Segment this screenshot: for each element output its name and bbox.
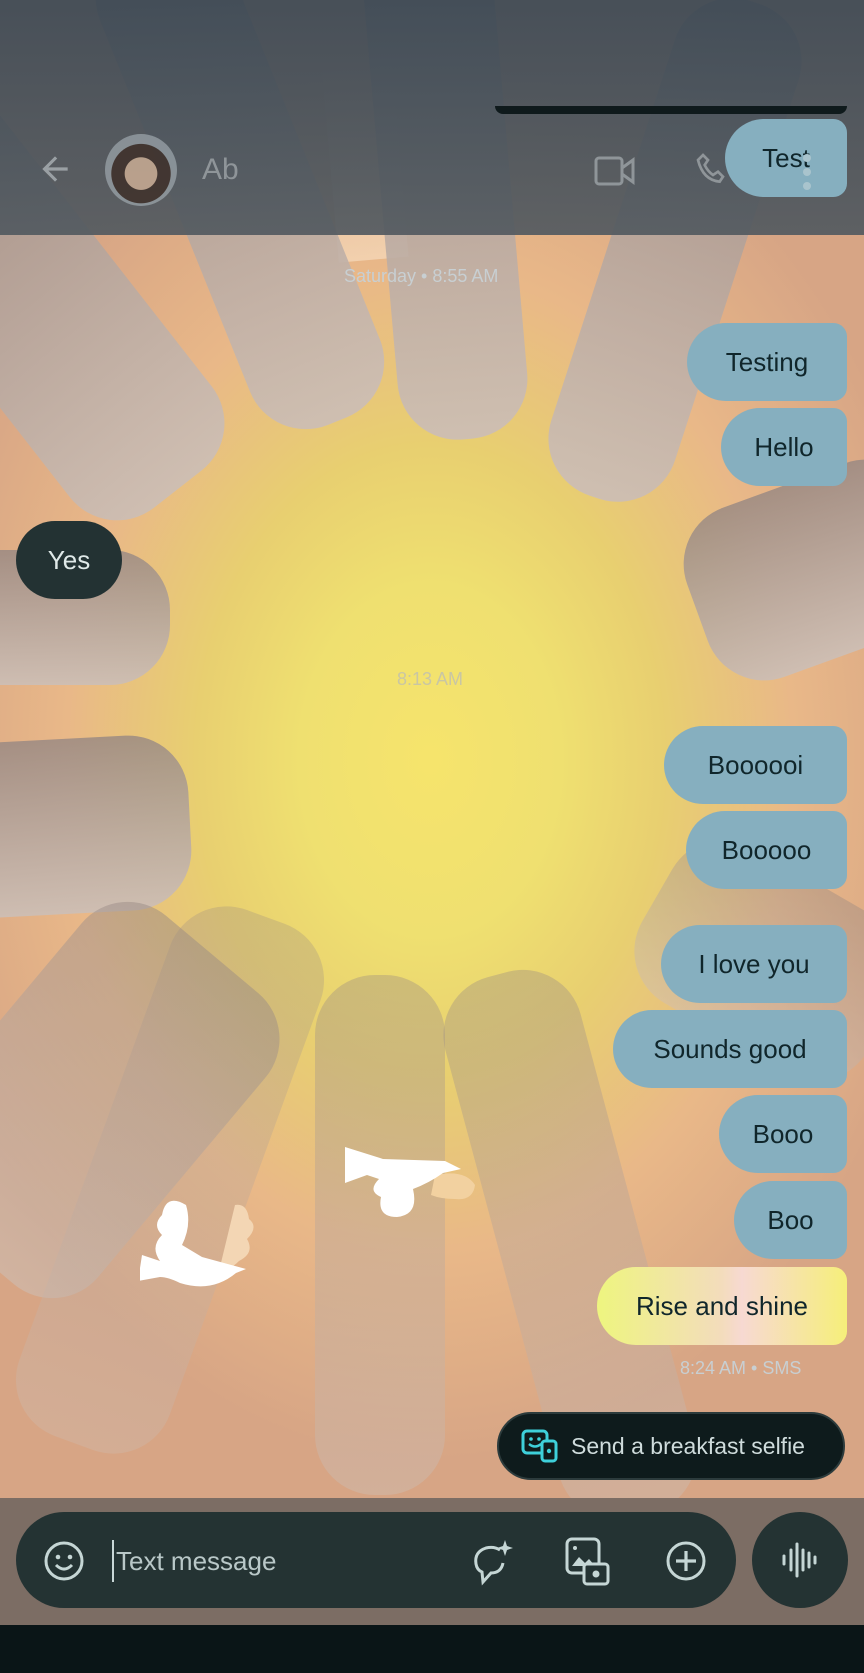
message-bubble[interactable]: Boooooi [664,726,847,804]
bird-icon [140,1200,254,1287]
add-circle-icon[interactable] [665,1540,707,1582]
magic-compose-icon[interactable] [470,1538,516,1586]
ray-gap [0,732,195,923]
bird-icon [345,1147,475,1217]
suggestion-label: Send a breakfast selfie [571,1432,805,1459]
message-status: 8:24 AM • SMS [680,1358,802,1378]
date-divider: Saturday • 8:55 AM [344,266,499,286]
selfie-icon [521,1429,558,1463]
message-bubble[interactable]: Booooo [686,811,847,889]
system-nav-bar [0,1625,864,1673]
voice-record-button[interactable] [752,1512,848,1608]
avatar[interactable] [105,134,177,206]
message-bubble[interactable]: Hello [721,408,847,486]
suggestion-chip[interactable]: Send a breakfast selfie [497,1412,845,1480]
emoji-icon[interactable] [43,1540,85,1582]
message-bubble[interactable]: Yes [16,521,122,599]
message-bubble[interactable]: Sounds good [613,1010,847,1088]
message-bubble-effect[interactable]: Rise and shine [597,1267,847,1345]
arrow-left-icon[interactable] [36,150,74,188]
ray-gap [315,975,445,1495]
message-bubble[interactable]: Booo [719,1095,847,1173]
message-bubble[interactable]: Testing [687,323,847,401]
contact-name[interactable]: Ab [202,153,239,187]
message-bubble[interactable]: I love you [661,925,847,1003]
status-divider [495,106,847,114]
more-vert-icon[interactable] [800,152,814,192]
message-bubble[interactable]: Test [725,119,847,197]
video-call-icon[interactable] [594,155,636,187]
voice-waveform-icon [782,1542,817,1578]
gallery-camera-icon[interactable] [564,1536,612,1588]
message-input[interactable] [112,1540,458,1582]
message-bubble[interactable]: Boo [734,1181,847,1259]
time-divider: 8:13 AM [397,669,464,689]
